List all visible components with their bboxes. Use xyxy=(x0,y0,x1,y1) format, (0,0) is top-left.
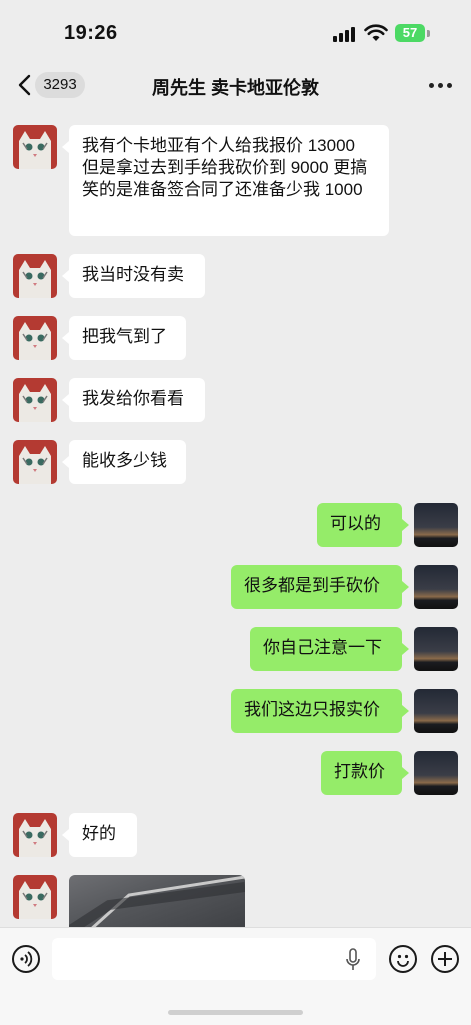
message-bubble[interactable]: 我当时没有卖 xyxy=(69,254,205,298)
contact-avatar[interactable] xyxy=(13,440,57,484)
contact-avatar[interactable] xyxy=(13,813,57,857)
message-bubble[interactable]: 好的 xyxy=(69,813,137,857)
message-bubble[interactable]: 很多都是到手砍价 xyxy=(231,565,402,609)
voice-icon[interactable] xyxy=(12,945,40,973)
battery-tip xyxy=(427,30,430,37)
battery-indicator: 57 xyxy=(395,24,425,42)
message-input[interactable] xyxy=(52,938,376,980)
emoji-icon[interactable] xyxy=(389,945,417,973)
home-indicator xyxy=(168,1010,303,1015)
message-bubble[interactable]: 能收多少钱 xyxy=(69,440,186,484)
status-bar: 19:26 57 xyxy=(0,0,471,62)
message-bubble[interactable]: 我发给你看看 xyxy=(69,378,205,422)
wifi-icon xyxy=(364,24,388,41)
my-avatar[interactable] xyxy=(414,627,458,671)
microphone-icon[interactable] xyxy=(346,948,360,972)
my-avatar[interactable] xyxy=(414,751,458,795)
contact-avatar[interactable] xyxy=(13,254,57,298)
contact-avatar[interactable] xyxy=(13,316,57,360)
more-dots-icon[interactable] xyxy=(428,74,454,96)
image-message[interactable] xyxy=(69,875,245,931)
my-avatar[interactable] xyxy=(414,565,458,609)
message-bubble[interactable]: 我们这边只报实价 xyxy=(231,689,402,733)
plus-icon[interactable] xyxy=(431,945,459,973)
contact-avatar[interactable] xyxy=(13,875,57,919)
message-bubble[interactable]: 把我气到了 xyxy=(69,316,186,360)
cellular-signal-icon xyxy=(333,26,357,42)
message-bubble[interactable]: 打款价 xyxy=(321,751,402,795)
contact-avatar[interactable] xyxy=(13,378,57,422)
chat-title: 周先生 卖卡地亚伦敦 xyxy=(151,78,319,98)
my-avatar[interactable] xyxy=(414,689,458,733)
message-bubble[interactable]: 我有个卡地亚有个人给我报价 13000 但是拿过去到手给我砍价到 9000 更搞… xyxy=(69,125,389,236)
contact-avatar[interactable] xyxy=(13,125,57,169)
chat-header: 3293 周先生 卖卡地亚伦敦 xyxy=(0,62,471,108)
message-bubble[interactable]: 你自己注意一下 xyxy=(250,627,402,671)
message-bubble[interactable]: 可以的 xyxy=(317,503,402,547)
status-time: 19:26 xyxy=(64,22,118,44)
my-avatar[interactable] xyxy=(414,503,458,547)
